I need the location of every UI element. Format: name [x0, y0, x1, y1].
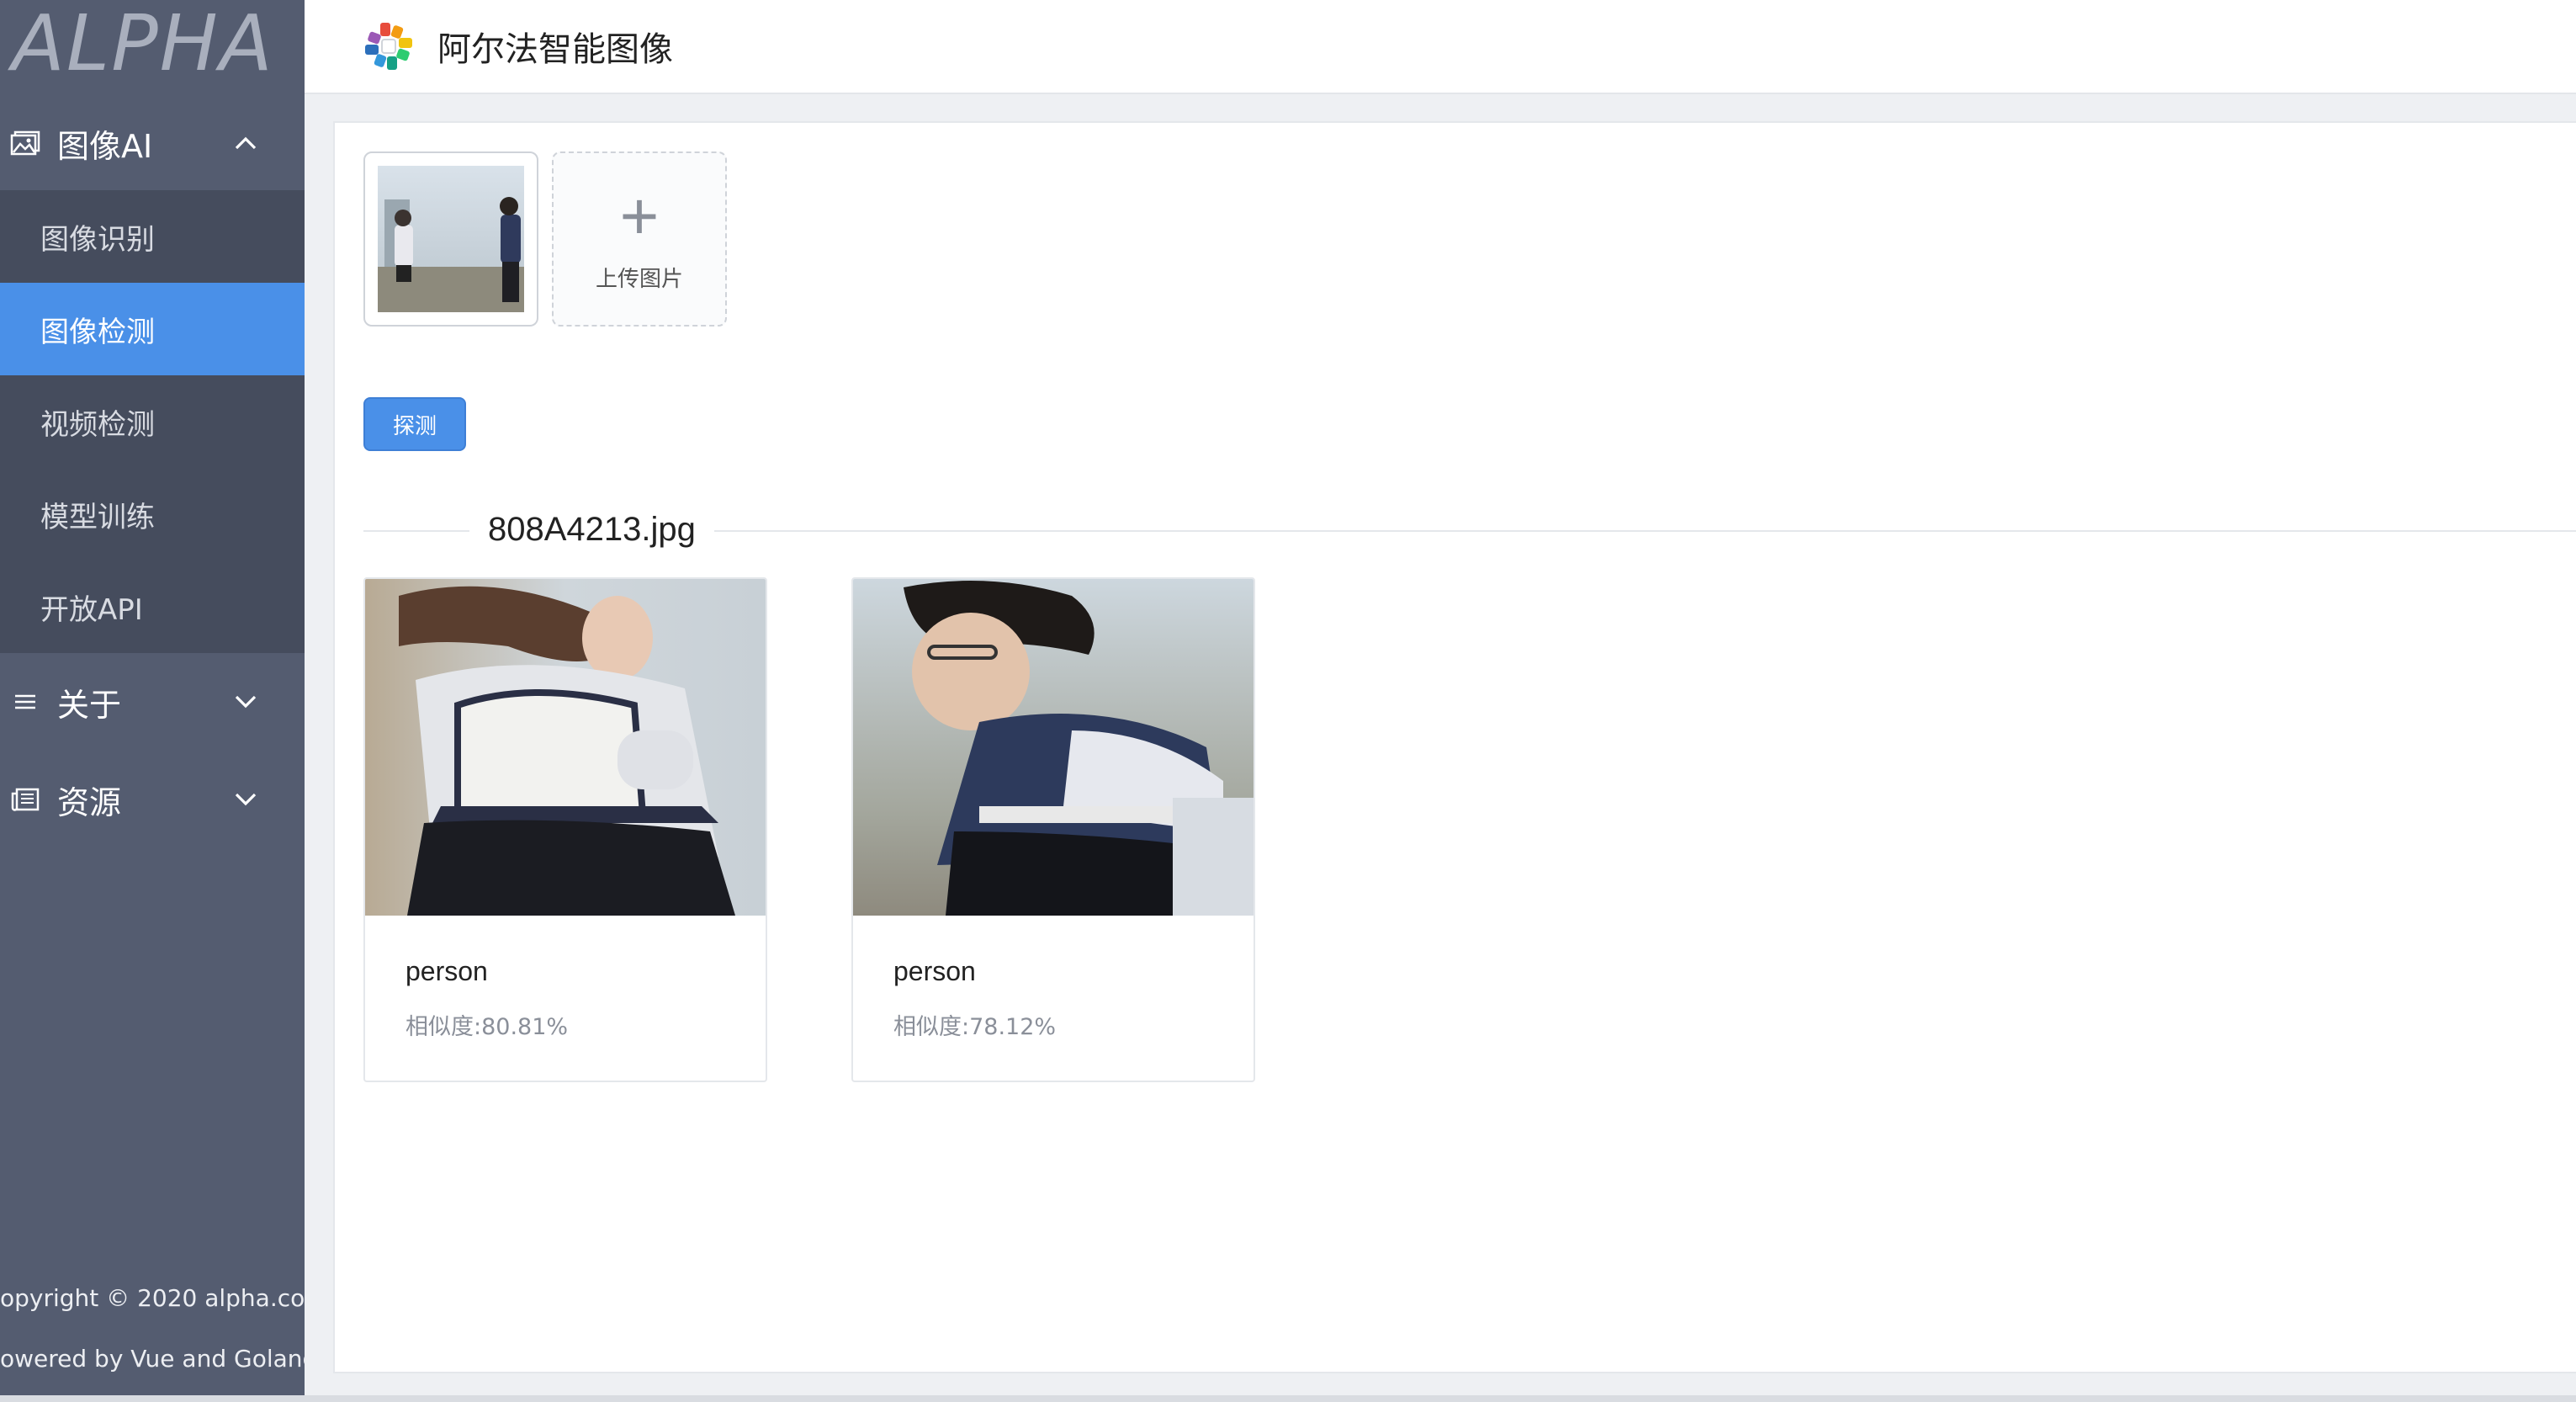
- list-icon: [8, 685, 42, 719]
- menu-group-about[interactable]: 关于: [0, 653, 305, 751]
- colorful-cross-logo-icon[interactable]: [362, 19, 416, 73]
- sidebar: ALPHA 图像AI 图像识别 图像检测 视频检测 模型训练 开放API 关于 …: [0, 0, 305, 1402]
- bottom-scrollbar[interactable]: [0, 1395, 2576, 1402]
- sidebar-item-image-recognition[interactable]: 图像识别: [0, 190, 305, 283]
- sidebar-item-image-detection[interactable]: 图像检测: [0, 283, 305, 375]
- menu-group-resources[interactable]: 资源: [0, 751, 305, 848]
- plus-icon: +: [619, 178, 660, 253]
- top-header: 阿尔法智能图像: [305, 0, 2576, 94]
- newspaper-icon: [8, 783, 42, 816]
- uploaded-image-thumbnail[interactable]: [363, 151, 538, 327]
- image-gallery-icon: [8, 126, 42, 160]
- sidebar-item-model-training[interactable]: 模型训练: [0, 468, 305, 560]
- menu-group-image-ai[interactable]: 图像AI: [0, 94, 305, 192]
- footer-copyright: opyright © 2020 alpha.com: [0, 1284, 305, 1312]
- submenu-image-ai: 图像识别 图像检测 视频检测 模型训练 开放API: [0, 190, 305, 653]
- result-file-name: 808A4213.jpg: [469, 500, 714, 559]
- main-panel: + 上传图片 探测 808A4213.jpg person 相似度:80.81%: [333, 121, 2576, 1373]
- result-card[interactable]: person 相似度:80.81%: [363, 577, 767, 1082]
- detected-crop-image: [365, 579, 766, 916]
- upload-image-button[interactable]: + 上传图片: [552, 151, 727, 327]
- result-label: person: [405, 956, 488, 986]
- result-card[interactable]: person 相似度:78.12%: [851, 577, 1255, 1082]
- chevron-up-icon: [220, 135, 271, 151]
- menu-group-label: 资源: [57, 783, 122, 821]
- uploaded-photo: [378, 166, 524, 312]
- result-score: 相似度:80.81%: [405, 1014, 569, 1040]
- detect-button[interactable]: 探测: [363, 397, 466, 451]
- menu-group-label: 图像AI: [57, 127, 153, 165]
- chevron-down-icon: [220, 694, 271, 709]
- chevron-down-icon: [220, 792, 271, 807]
- app-title: 阿尔法智能图像: [437, 30, 673, 69]
- footer-powered-by: owered by Vue and Golang: [0, 1345, 305, 1373]
- sidebar-item-open-api[interactable]: 开放API: [0, 560, 305, 653]
- detected-crop-image: [853, 579, 1254, 916]
- result-label: person: [893, 956, 976, 986]
- result-score: 相似度:78.12%: [893, 1014, 1057, 1040]
- menu-group-label: 关于: [57, 686, 122, 724]
- upload-label: 上传图片: [595, 266, 683, 292]
- brand-logo[interactable]: ALPHA: [12, 0, 298, 88]
- sidebar-item-video-detection[interactable]: 视频检测: [0, 375, 305, 468]
